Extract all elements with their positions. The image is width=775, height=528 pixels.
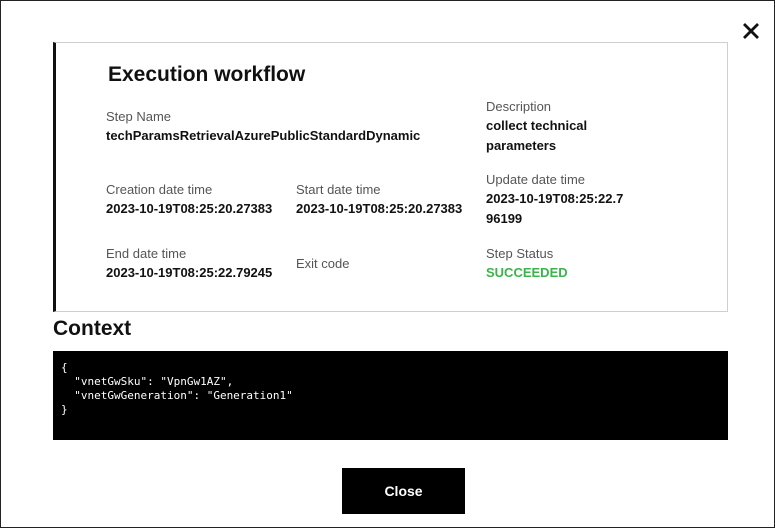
dialog-title: Execution workflow — [108, 63, 306, 86]
start-date-field: Start date time 2023-10-19T08:25:20.2738… — [296, 181, 462, 219]
update-date-label: Update date time — [486, 172, 586, 187]
step-status-badge: SUCCEEDED — [486, 265, 568, 280]
end-date-field: End date time 2023-10-19T08:25:22.79245 — [106, 245, 272, 283]
creation-date-label: Creation date time — [106, 182, 213, 197]
step-name-label: Step Name — [106, 109, 172, 124]
end-date-label: End date time — [106, 246, 187, 261]
description-value: collect technical parameters — [486, 118, 588, 153]
update-date-text: 2023-10-19T08:25:22.796199 — [486, 191, 624, 226]
close-icon[interactable] — [739, 19, 763, 43]
context-json-block: { "vnetGwSku": "VpnGw1AZ", "vnetGwGenera… — [53, 351, 728, 440]
update-date-value: 2023-10-19T08:25:22.796199 — [486, 189, 626, 229]
step-status-field: Step Status SUCCEEDED — [486, 245, 568, 283]
start-date-value: 2023-10-19T08:25:20.27383 — [296, 201, 463, 216]
creation-date-value: 2023-10-19T08:25:20.27383 — [106, 201, 273, 216]
update-date-field: Update date time 2023-10-19T08:25:22.796… — [486, 171, 626, 229]
start-date-label: Start date time — [296, 182, 381, 197]
context-heading: Context — [53, 317, 132, 340]
description-label: Description — [486, 99, 552, 114]
close-button[interactable]: Close — [342, 468, 465, 514]
exit-code-field: Exit code — [296, 255, 349, 273]
description-field: Description collect technical parameters — [486, 98, 636, 156]
end-date-value: 2023-10-19T08:25:22.79245 — [106, 265, 273, 280]
execution-workflow-dialog: Execution workflow Step Name techParamsR… — [0, 0, 775, 528]
step-name-field: Step Name techParamsRetrievalAzurePublic… — [106, 108, 420, 146]
step-status-label: Step Status — [486, 246, 554, 261]
workflow-details-card: Execution workflow Step Name techParamsR… — [53, 42, 728, 312]
step-name-value: techParamsRetrievalAzurePublicStandardDy… — [106, 128, 421, 143]
exit-code-label: Exit code — [296, 256, 350, 271]
creation-date-field: Creation date time 2023-10-19T08:25:20.2… — [106, 181, 272, 219]
